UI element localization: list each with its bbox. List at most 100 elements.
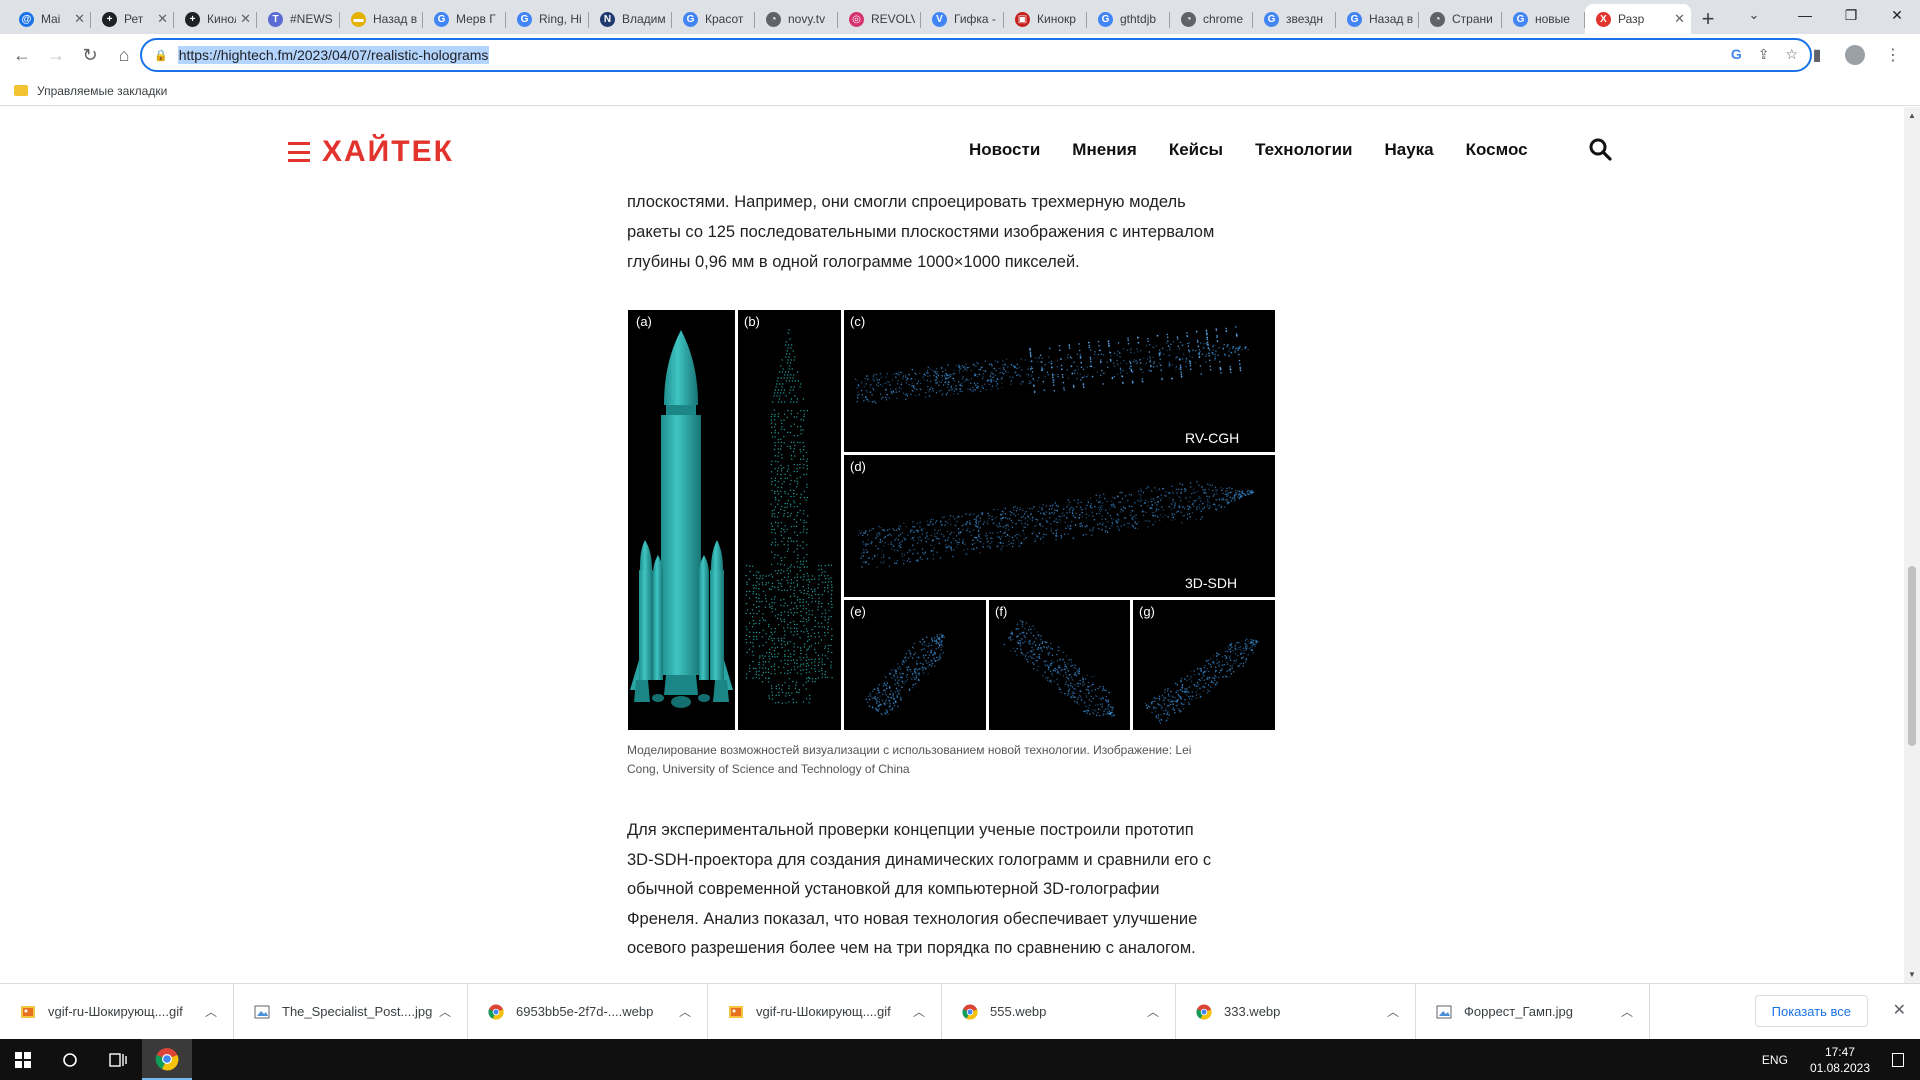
bookmark-star-icon[interactable]: ☆: [1785, 46, 1798, 63]
figure-caption: Моделирование возможностей визуализации …: [627, 741, 1277, 779]
tab[interactable]: Ggthtdjb: [1087, 4, 1170, 34]
tab[interactable]: T #NEWS: [257, 4, 340, 34]
scrollbar-thumb[interactable]: [1908, 566, 1916, 746]
main-nav: Новости Мнения Кейсы Технологии Наука Космос: [969, 140, 1528, 160]
chrome-file-icon: [1196, 1004, 1212, 1020]
cortana-search-icon[interactable]: [46, 1039, 94, 1080]
google-lens-icon[interactable]: G: [1731, 46, 1742, 63]
caption-line: Моделирование возможностей визуализации …: [627, 743, 1192, 757]
reload-icon[interactable]: ↻: [74, 39, 106, 71]
address-bar[interactable]: 🔒 https://hightech.fm/2023/04/07/realist…: [140, 38, 1812, 72]
back-icon[interactable]: ←: [6, 39, 38, 71]
chevron-up-icon[interactable]: ︿: [913, 1003, 925, 1020]
tab-active[interactable]: X Разр ✕: [1585, 4, 1691, 34]
close-window-icon[interactable]: ✕: [1874, 0, 1920, 30]
clock[interactable]: 17:47 01.08.2023: [1810, 1044, 1870, 1076]
show-all-downloads-button[interactable]: Показать все: [1754, 995, 1868, 1027]
site-search-icon[interactable]: [1588, 137, 1612, 161]
tab[interactable]: Gновые: [1502, 4, 1585, 34]
nav-item[interactable]: Кейсы: [1169, 140, 1223, 160]
tab[interactable]: G Назад в: [1336, 4, 1419, 34]
tab[interactable]: ◎ REVOLV: [838, 4, 921, 34]
tab[interactable]: + Киноля ✕: [174, 4, 257, 34]
text-line: обычной современной установкой для компь…: [627, 880, 1160, 898]
download-item[interactable]: 6953bb5e-2f7d-....webp ︿: [468, 983, 708, 1040]
text-line: ракеты со 125 последовательными плоскост…: [627, 223, 1215, 241]
folder-icon: [14, 85, 28, 96]
chevron-up-icon[interactable]: ︿: [679, 1003, 691, 1020]
tab[interactable]: G Красот: [672, 4, 755, 34]
close-download-bar-icon[interactable]: ✕: [1893, 1000, 1906, 1020]
tab-close-icon[interactable]: ✕: [1674, 11, 1685, 27]
tab-close-icon[interactable]: ✕: [74, 11, 85, 27]
chevron-up-icon[interactable]: ︿: [205, 1003, 217, 1020]
chevron-up-icon[interactable]: ︿: [1387, 1003, 1399, 1020]
task-view-icon[interactable]: [94, 1039, 142, 1080]
hamburger-menu-icon[interactable]: [288, 142, 310, 162]
tab[interactable]: ▬ Назад в: [340, 4, 423, 34]
tab-close-icon[interactable]: ✕: [157, 11, 168, 27]
gif-file-icon: [21, 1005, 35, 1018]
text-line: глубины 0,96 мм в одной голограмме 1000×…: [627, 253, 1080, 271]
windows-taskbar: ENG 17:47 01.08.2023: [0, 1039, 1920, 1080]
page-scrollbar[interactable]: ▲ ▼: [1904, 107, 1920, 983]
tab[interactable]: ▣ Кинокр: [1004, 4, 1087, 34]
restore-icon[interactable]: ❐: [1828, 0, 1874, 30]
tab-search-icon[interactable]: ⌄: [1734, 0, 1774, 30]
chevron-up-icon[interactable]: ︿: [1147, 1003, 1159, 1020]
tab-favicon-icon: ▬: [351, 11, 366, 27]
chevron-up-icon[interactable]: ︿: [439, 1003, 451, 1020]
language-indicator[interactable]: ENG: [1762, 1053, 1788, 1067]
download-item[interactable]: Форрест_Гамп.jpg ︿: [1416, 983, 1650, 1040]
tab-close-icon[interactable]: ✕: [240, 11, 251, 27]
home-icon[interactable]: ⌂: [108, 39, 140, 71]
text-line: Френеля. Анализ показал, что новая техно…: [627, 909, 1198, 928]
tab[interactable]: V Гифка -: [921, 4, 1004, 34]
tab[interactable]: @ Mai ✕: [8, 4, 91, 34]
menu-kebab-icon[interactable]: ⋮: [1878, 39, 1908, 71]
profile-icon[interactable]: [1840, 39, 1870, 71]
share-icon[interactable]: ⇪: [1758, 46, 1770, 63]
scroll-up-icon[interactable]: ▲: [1908, 111, 1916, 120]
url-text[interactable]: https://hightech.fm/2023/04/07/realistic…: [177, 46, 490, 64]
notifications-icon[interactable]: [1892, 1052, 1904, 1067]
nav-item[interactable]: Технологии: [1255, 140, 1352, 160]
side-panel-icon[interactable]: ▮: [1802, 39, 1832, 71]
chrome-file-icon: [962, 1004, 978, 1020]
download-item[interactable]: The_Specialist_Post....jpg ︿: [234, 983, 468, 1040]
tab[interactable]: Gзвездн: [1253, 4, 1336, 34]
label-d: (d): [850, 459, 866, 474]
scroll-down-icon[interactable]: ▼: [1908, 970, 1916, 979]
windows-start-icon[interactable]: [0, 1039, 46, 1080]
download-item[interactable]: 555.webp ︿: [942, 983, 1176, 1040]
download-filename: The_Specialist_Post....jpg: [282, 1004, 433, 1019]
download-item[interactable]: vgif-ru-Шокирующ....gif ︿: [708, 983, 942, 1040]
nav-item[interactable]: Наука: [1384, 140, 1433, 160]
tab[interactable]: ◔ novy.tv: [755, 4, 838, 34]
minimize-icon[interactable]: —: [1782, 0, 1828, 30]
lock-icon[interactable]: 🔒: [154, 49, 168, 62]
panel-g: [1133, 600, 1275, 730]
tab[interactable]: + Рет ✕: [91, 4, 174, 34]
download-item[interactable]: vgif-ru-Шокирующ....gif ︿: [0, 983, 234, 1040]
method-label-3d-sdh: 3D-SDH: [1185, 575, 1237, 591]
nav-item[interactable]: Космос: [1466, 140, 1528, 160]
tab-title: звездн: [1286, 12, 1324, 26]
tab[interactable]: N Владим: [589, 4, 672, 34]
nav-item[interactable]: Новости: [969, 140, 1040, 160]
article-paragraph-2: Для экспериментальной проверки концепции…: [627, 816, 1277, 964]
chrome-taskbar-icon[interactable]: [142, 1039, 192, 1080]
nav-item[interactable]: Мнения: [1072, 140, 1137, 160]
label-b: (b): [744, 314, 760, 329]
tab[interactable]: G Ring, Hi: [506, 4, 589, 34]
forward-icon[interactable]: →: [40, 39, 72, 71]
chevron-up-icon[interactable]: ︿: [1621, 1003, 1633, 1020]
site-logo[interactable]: ХАЙТЕК: [288, 135, 454, 169]
tab[interactable]: G Мерв Г: [423, 4, 506, 34]
tab[interactable]: ◔ chrome: [1170, 4, 1253, 34]
download-item[interactable]: 333.webp ︿: [1176, 983, 1416, 1040]
managed-bookmarks-folder[interactable]: Управляемые закладки: [37, 84, 167, 98]
tab-favicon-icon: G: [1264, 11, 1279, 27]
tab[interactable]: ◔ Страни: [1419, 4, 1502, 34]
new-tab-button[interactable]: +: [1691, 4, 1725, 34]
